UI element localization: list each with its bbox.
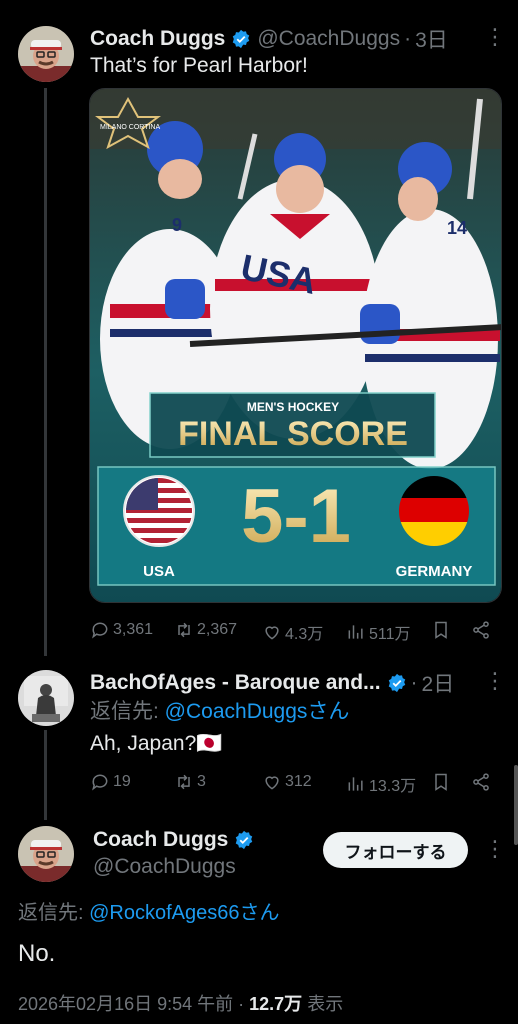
avatar-bachofages[interactable] xyxy=(18,670,74,726)
heading-small: MEN'S HOCKEY xyxy=(247,400,339,414)
author-name[interactable]: BachOfAges - Baroque and... xyxy=(90,671,381,695)
retweet-button[interactable]: 2,367 xyxy=(174,620,237,640)
share-icon xyxy=(473,621,489,639)
reply-button[interactable]: 19 xyxy=(90,772,131,792)
reply-to-line: 返信先: @CoachDuggsさん xyxy=(90,700,350,723)
reply-to-link[interactable]: @CoachDuggsさん xyxy=(165,700,350,723)
more-options-icon[interactable]: ⋮ xyxy=(484,838,506,860)
reply-icon xyxy=(92,774,108,791)
jersey-number: 14 xyxy=(447,218,467,238)
author-name[interactable]: Coach Duggs xyxy=(90,27,225,51)
tweet-meta: 2026年02月16日 9:54 午前 · 12.7万 表示 xyxy=(18,994,344,1014)
heart-icon xyxy=(265,626,279,640)
retweet-icon xyxy=(178,622,190,638)
tweet-text: Ah, Japan?🇯🇵 xyxy=(90,732,223,755)
tweet-media-image[interactable]: 9 14 USA MILANO CORTINA MEN'S HOCKEY FIN… xyxy=(89,88,502,603)
author-name[interactable]: Coach Duggs xyxy=(93,828,228,852)
author-handle[interactable]: @CoachDuggs xyxy=(93,854,236,880)
follow-button[interactable]: フォローする xyxy=(323,832,468,868)
avatar-coach-duggs[interactable] xyxy=(18,26,74,82)
tweet3-header: Coach Duggs xyxy=(93,828,254,852)
more-options-icon[interactable]: ⋮ xyxy=(484,670,506,692)
share-icon xyxy=(473,773,489,791)
tweet1-header: Coach Duggs @CoachDuggs · 3日 xyxy=(90,24,448,54)
tweet-time[interactable]: 3日 xyxy=(415,24,448,54)
tweet1-actions: 3,361 2,367 4.3万 511万 xyxy=(90,620,500,644)
avatar-coach-duggs[interactable] xyxy=(18,826,74,882)
bookmark-icon xyxy=(435,773,447,791)
verified-badge-icon xyxy=(388,673,405,693)
share-button[interactable] xyxy=(471,772,491,792)
tweet-time[interactable]: 2日 xyxy=(422,668,455,698)
bookmark-button[interactable] xyxy=(431,772,451,792)
retweet-button[interactable]: 3 xyxy=(174,772,206,792)
verified-badge-icon xyxy=(233,29,250,49)
reply-to-line: 返信先: @RockofAges66さん xyxy=(18,902,280,924)
team-left: USA xyxy=(143,563,175,580)
retweet-icon xyxy=(178,774,190,790)
svg-text:MILANO CORTINA: MILANO CORTINA xyxy=(100,124,160,131)
share-button[interactable] xyxy=(471,620,491,640)
bookmark-button[interactable] xyxy=(431,620,451,640)
views-button[interactable]: 511万 xyxy=(346,620,411,644)
heading-big: FINAL SCORE xyxy=(178,415,408,453)
tweet2-header: BachOfAges - Baroque and... · 2日 xyxy=(90,668,454,698)
views-count: 12.7万 xyxy=(249,994,303,1014)
tweet-timestamp[interactable]: 2026年02月16日 9:54 午前 xyxy=(18,994,233,1014)
tweet2-actions: 19 3 312 13.3万 xyxy=(90,772,500,796)
views-label: 表示 xyxy=(307,994,344,1014)
reply-to-link[interactable]: @RockofAges66さん xyxy=(89,902,279,924)
bookmark-icon xyxy=(435,621,447,639)
more-options-icon[interactable]: ⋮ xyxy=(484,26,506,48)
views-chart-icon xyxy=(348,777,363,791)
like-button[interactable]: 312 xyxy=(262,772,312,792)
reply-button[interactable]: 3,361 xyxy=(90,620,153,640)
views-button[interactable]: 13.3万 xyxy=(346,772,416,796)
tweet-text: That’s for Pearl Harbor! xyxy=(90,54,308,77)
final-score: 5-1 xyxy=(241,474,351,559)
thread-line xyxy=(44,730,47,820)
scrollbar[interactable] xyxy=(514,765,518,845)
thread-line xyxy=(44,88,47,656)
verified-badge-icon xyxy=(236,830,253,850)
jersey-number: 9 xyxy=(172,215,182,235)
author-handle[interactable]: @CoachDuggs xyxy=(257,27,400,51)
like-button[interactable]: 4.3万 xyxy=(262,620,323,644)
team-right: GERMANY xyxy=(396,563,473,580)
heart-icon xyxy=(265,776,279,790)
reply-icon xyxy=(92,622,108,639)
tweet-text: No. xyxy=(18,940,56,967)
views-chart-icon xyxy=(348,625,363,639)
